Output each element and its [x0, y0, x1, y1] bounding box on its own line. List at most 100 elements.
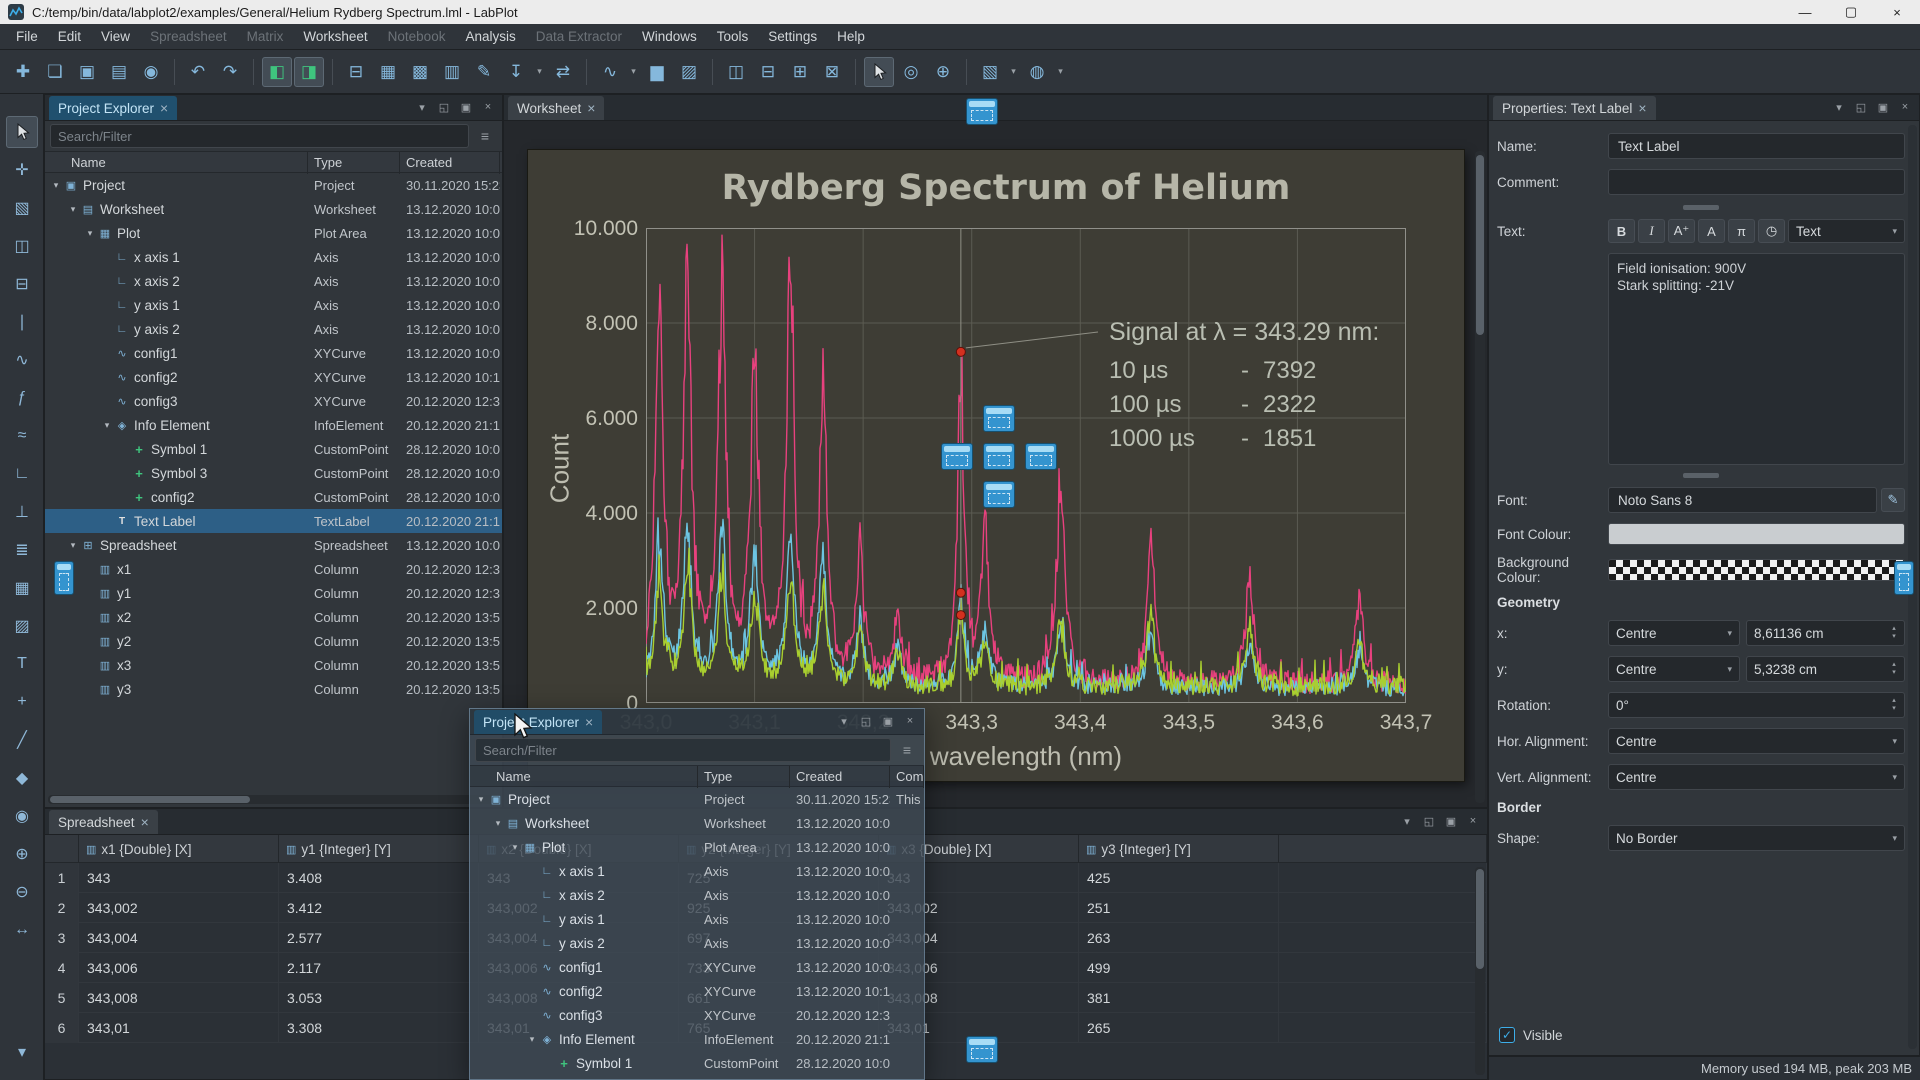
- tool-zoom-x-select-icon[interactable]: ◫: [6, 230, 38, 262]
- tree-row-config1[interactable]: ∿config1XYCurve13.12.2020 10:09: [470, 955, 924, 979]
- menu-view[interactable]: View: [91, 25, 140, 49]
- add-fit-curve-icon[interactable]: ≈: [6, 420, 38, 452]
- add-custom-point-icon[interactable]: +: [6, 686, 38, 718]
- table-cell[interactable]: 3.053: [279, 983, 479, 1013]
- tree-row-y-axis-1[interactable]: ∟y axis 1Axis13.12.2020 10:01: [470, 907, 924, 931]
- expander-icon[interactable]: ▾: [508, 842, 522, 853]
- new-spreadsheet-icon[interactable]: ▦: [373, 57, 403, 87]
- column-header-name[interactable]: Name: [470, 766, 698, 788]
- add-reference-range-icon[interactable]: ◉: [6, 800, 38, 832]
- tab-close-icon[interactable]: ×: [160, 100, 168, 116]
- tab-project-explorer-floating[interactable]: Project Explorer ×: [474, 710, 602, 734]
- font-input[interactable]: [1616, 492, 1869, 509]
- tree-row-text-label[interactable]: TText LabelTextLabel20.12.2020 21:13: [45, 509, 502, 533]
- new-matrix-icon[interactable]: ▩: [405, 57, 435, 87]
- dock-float-icon[interactable]: ◱: [1851, 97, 1871, 117]
- filter-options-icon[interactable]: ≡: [473, 128, 497, 144]
- search-input[interactable]: [51, 129, 468, 144]
- new-histogram-icon[interactable]: ▆: [642, 57, 672, 87]
- magnify-functions-icon[interactable]: ◍: [1022, 57, 1052, 87]
- tree-row-x1[interactable]: ▥x1Column20.12.2020 12:39numerical: [45, 557, 502, 581]
- filter-options-icon[interactable]: ≡: [895, 742, 919, 758]
- spin-arrows-icon[interactable]: ▴▾: [1887, 622, 1901, 644]
- tree-row-config3[interactable]: ∿config3XYCurve20.12.2020 12:39: [45, 389, 502, 413]
- tree-row-symbol-3[interactable]: +Symbol 3CustomPoint28.12.2020 10:06: [45, 461, 502, 485]
- background-colour-swatch[interactable]: [1608, 559, 1905, 581]
- tree-row-y-axis-1[interactable]: ∟y axis 1Axis13.12.2020 10:01: [45, 293, 502, 317]
- add-axis-icon[interactable]: ∟: [6, 458, 38, 490]
- add-legend-icon[interactable]: ≣: [6, 534, 38, 566]
- add-xy-curve-icon[interactable]: ∿: [6, 344, 38, 376]
- spreadsheet-vscrollbar[interactable]: [1475, 867, 1485, 1075]
- expander-icon[interactable]: ▾: [491, 818, 505, 829]
- datetime-button[interactable]: ◷: [1758, 219, 1785, 243]
- tree-row-x3[interactable]: ▥x3Column20.12.2020 13:56numerical: [45, 653, 502, 677]
- tree-row-x-axis-1[interactable]: ∟x axis 1Axis13.12.2020 10:01: [45, 245, 502, 269]
- zoom-out-icon[interactable]: ⊖: [6, 876, 38, 908]
- tree-row-y2[interactable]: ▥y2Column20.12.2020 13:55integer da: [45, 629, 502, 653]
- tool-zoom-y-select-icon[interactable]: ⊟: [6, 268, 38, 300]
- table-cell[interactable]: 2.117: [279, 953, 479, 983]
- toggle-properties-explorer-icon[interactable]: ◨: [294, 57, 324, 87]
- tab-properties-text-label[interactable]: Properties: Text Label ×: [1493, 96, 1656, 120]
- add-text-label-icon[interactable]: T: [6, 648, 38, 680]
- expander-icon[interactable]: ▾: [66, 540, 80, 551]
- new-live-data-icon[interactable]: ⇄: [548, 57, 578, 87]
- column-header-created[interactable]: Created: [790, 766, 890, 788]
- table-cell[interactable]: 3.412: [279, 893, 479, 923]
- column-header-type[interactable]: Type: [698, 766, 790, 788]
- tab-close-icon[interactable]: ×: [587, 100, 595, 116]
- minimize-icon[interactable]: —: [1782, 0, 1828, 24]
- symbols-button[interactable]: π: [1728, 219, 1755, 243]
- tree-row-config3[interactable]: ∿config3XYCurve20.12.2020 12:39: [470, 1003, 924, 1027]
- tree-row-worksheet[interactable]: ▾▤WorksheetWorksheet13.12.2020 10:01: [45, 197, 502, 221]
- mode-crosshair-icon[interactable]: ◎: [896, 57, 926, 87]
- scrollbar-thumb[interactable]: [1476, 155, 1484, 335]
- font-color-button[interactable]: A: [1698, 219, 1725, 243]
- table-cell[interactable]: 343,002: [79, 893, 279, 923]
- info-element-label[interactable]: Signal at λ = 343.29 nm: 10 µs-7392100 µ…: [1109, 318, 1379, 456]
- x-position-combo[interactable]: Centre▾: [1608, 620, 1740, 646]
- new-workbook-icon[interactable]: ⊟: [341, 57, 371, 87]
- column-header-commen[interactable]: Commen: [890, 766, 924, 788]
- tree-row-y3[interactable]: ▥y3Column20.12.2020 13:56integer da: [45, 677, 502, 701]
- mode-select-icon[interactable]: [864, 57, 894, 87]
- table-cell[interactable]: 343,004: [79, 923, 279, 953]
- dock-pin-icon[interactable]: ▣: [878, 711, 898, 731]
- tree-row-symbol-1[interactable]: +Symbol 1CustomPoint28.12.2020 10:06: [470, 1051, 924, 1075]
- layout-vertical-icon[interactable]: ⊟: [753, 57, 783, 87]
- menu-windows[interactable]: Windows: [632, 25, 707, 49]
- table-cell[interactable]: 343,006: [79, 953, 279, 983]
- add-image-icon[interactable]: ▨: [6, 610, 38, 642]
- dock-close-icon[interactable]: ×: [1895, 97, 1915, 117]
- layout-horizontal-icon[interactable]: ◫: [721, 57, 751, 87]
- print-preview-icon[interactable]: ◉: [136, 57, 166, 87]
- tree-row-config2[interactable]: +config2CustomPoint28.12.2020 10:06: [45, 485, 502, 509]
- tree-row-info-element[interactable]: ▾◈Info ElementInfoElement20.12.2020 21:1…: [470, 1027, 924, 1051]
- layout-break-icon[interactable]: ⊠: [817, 57, 847, 87]
- menu-file[interactable]: File: [6, 25, 48, 49]
- tree-row-plot[interactable]: ▾▦PlotPlot Area13.12.2020 10:01: [45, 221, 502, 245]
- row-number[interactable]: 4: [45, 953, 79, 983]
- toggle-project-explorer-icon[interactable]: ◧: [262, 57, 292, 87]
- worksheet-vscrollbar[interactable]: [1475, 151, 1485, 803]
- splitter-grip[interactable]: [1683, 473, 1719, 478]
- dock-menu-icon[interactable]: ▾: [834, 711, 854, 731]
- tree-row-y-axis-2[interactable]: ∟y axis 2Axis13.12.2020 10:01: [45, 317, 502, 341]
- add-info-element-icon[interactable]: ◆: [6, 762, 38, 794]
- more-tools-icon[interactable]: ▾: [6, 1036, 38, 1068]
- expander-icon[interactable]: ▾: [83, 228, 97, 239]
- save-project-icon[interactable]: ▣: [72, 57, 102, 87]
- label-text-editor[interactable]: Field ionisation: 900V Stark splitting: …: [1608, 253, 1905, 465]
- tree-row-symbol-1[interactable]: +Symbol 1CustomPoint28.12.2020 10:06: [45, 437, 502, 461]
- tab-worksheet[interactable]: Worksheet ×: [508, 96, 604, 120]
- menu-analysis[interactable]: Analysis: [455, 25, 525, 49]
- tree-row-project[interactable]: ▾▣ProjectProject30.11.2020 15:23This pro…: [470, 787, 924, 811]
- tree-row-plot[interactable]: ▾▦PlotPlot Area13.12.2020 10:01: [470, 835, 924, 859]
- expander-icon[interactable]: ▾: [474, 794, 488, 805]
- table-cell[interactable]: 3.408: [279, 863, 479, 893]
- tree-row-worksheet[interactable]: ▾▤WorksheetWorksheet13.12.2020 10:01: [470, 811, 924, 835]
- row-number[interactable]: 5: [45, 983, 79, 1013]
- row-number[interactable]: 6: [45, 1013, 79, 1043]
- splitter-grip[interactable]: [1683, 205, 1719, 210]
